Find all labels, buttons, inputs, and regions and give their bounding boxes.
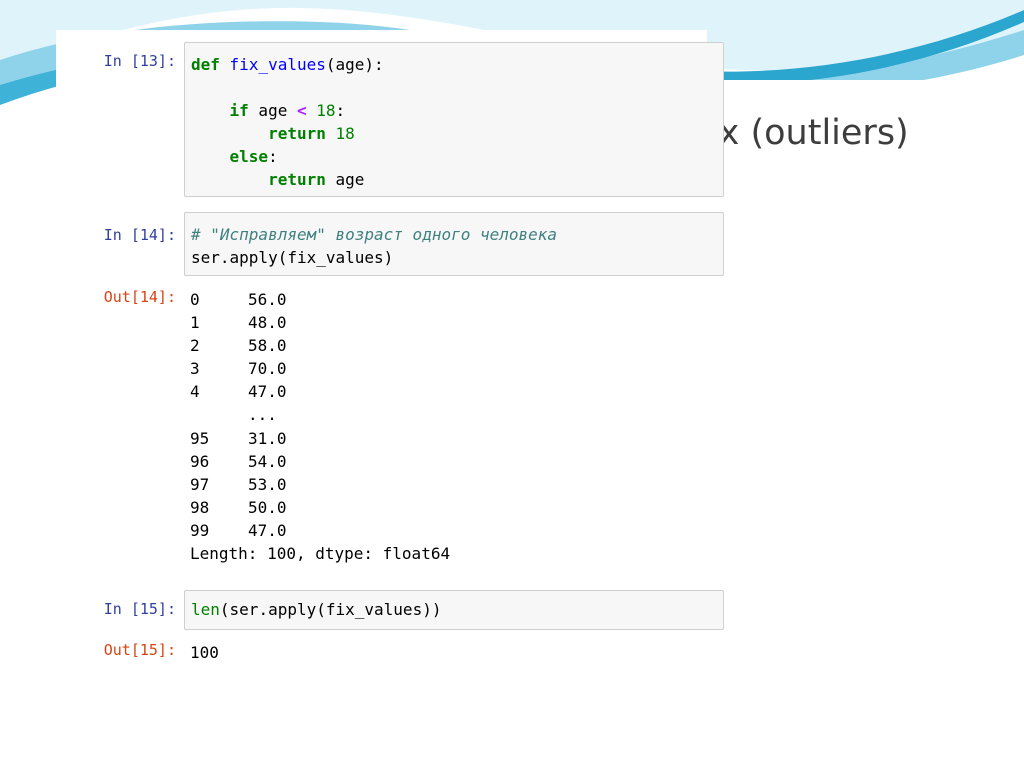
series-footer: Length: 100, dtype: float64 — [190, 544, 451, 564]
series-row: 1 48.0 — [190, 313, 287, 333]
series-row: 3 70.0 — [190, 359, 287, 379]
series-row: 96 54.0 — [190, 451, 287, 471]
series-ellipsis-row: ... — [248, 405, 277, 425]
series-row: 4 47.0 — [190, 382, 287, 402]
series-row: 99 47.0 — [190, 520, 287, 540]
code-input[interactable]: # "Исправляем" возраст одного человека s… — [184, 212, 724, 276]
code-input[interactable]: len(ser.apply(fix_values)) — [184, 590, 724, 630]
series-output: 0 56.0 1 48.0 2 58.0 3 70.0 4 47.0 ... 95 31.0… — [190, 288, 710, 565]
jupyter-notebook-screenshot: In [13]: def fix_values(age): if age < 1… — [56, 30, 724, 709]
output-value: 100 — [190, 643, 219, 662]
series-row: 98 50.0 — [190, 497, 287, 517]
code-line: if age < 18: — [229, 101, 346, 120]
code-line: ser.apply(fix_values) — [191, 248, 394, 267]
input-prompt: In [14]: — [103, 226, 176, 244]
series-row: 95 31.0 — [190, 428, 287, 448]
code-line: else: — [229, 147, 278, 166]
code-line: return 18 — [268, 124, 355, 143]
series-row: 97 53.0 — [190, 474, 287, 494]
output-prompt: Out[15]: — [103, 641, 176, 659]
code-input[interactable]: def fix_values(age): if age < 18: return… — [184, 42, 724, 197]
input-prompt: In [13]: — [103, 52, 176, 70]
series-row: 0 56.0 — [190, 290, 287, 309]
code-line: def fix_values(age): — [191, 55, 384, 74]
code-line: return age — [268, 170, 365, 189]
code-line: len(ser.apply(fix_values)) — [191, 600, 442, 619]
input-prompt: In [15]: — [103, 600, 176, 618]
code-comment: # "Исправляем" возраст одного человека — [191, 225, 558, 244]
output-prompt: Out[14]: — [103, 288, 176, 306]
series-row: 2 58.0 — [190, 336, 287, 356]
output-value-container: 100 — [190, 641, 710, 664]
